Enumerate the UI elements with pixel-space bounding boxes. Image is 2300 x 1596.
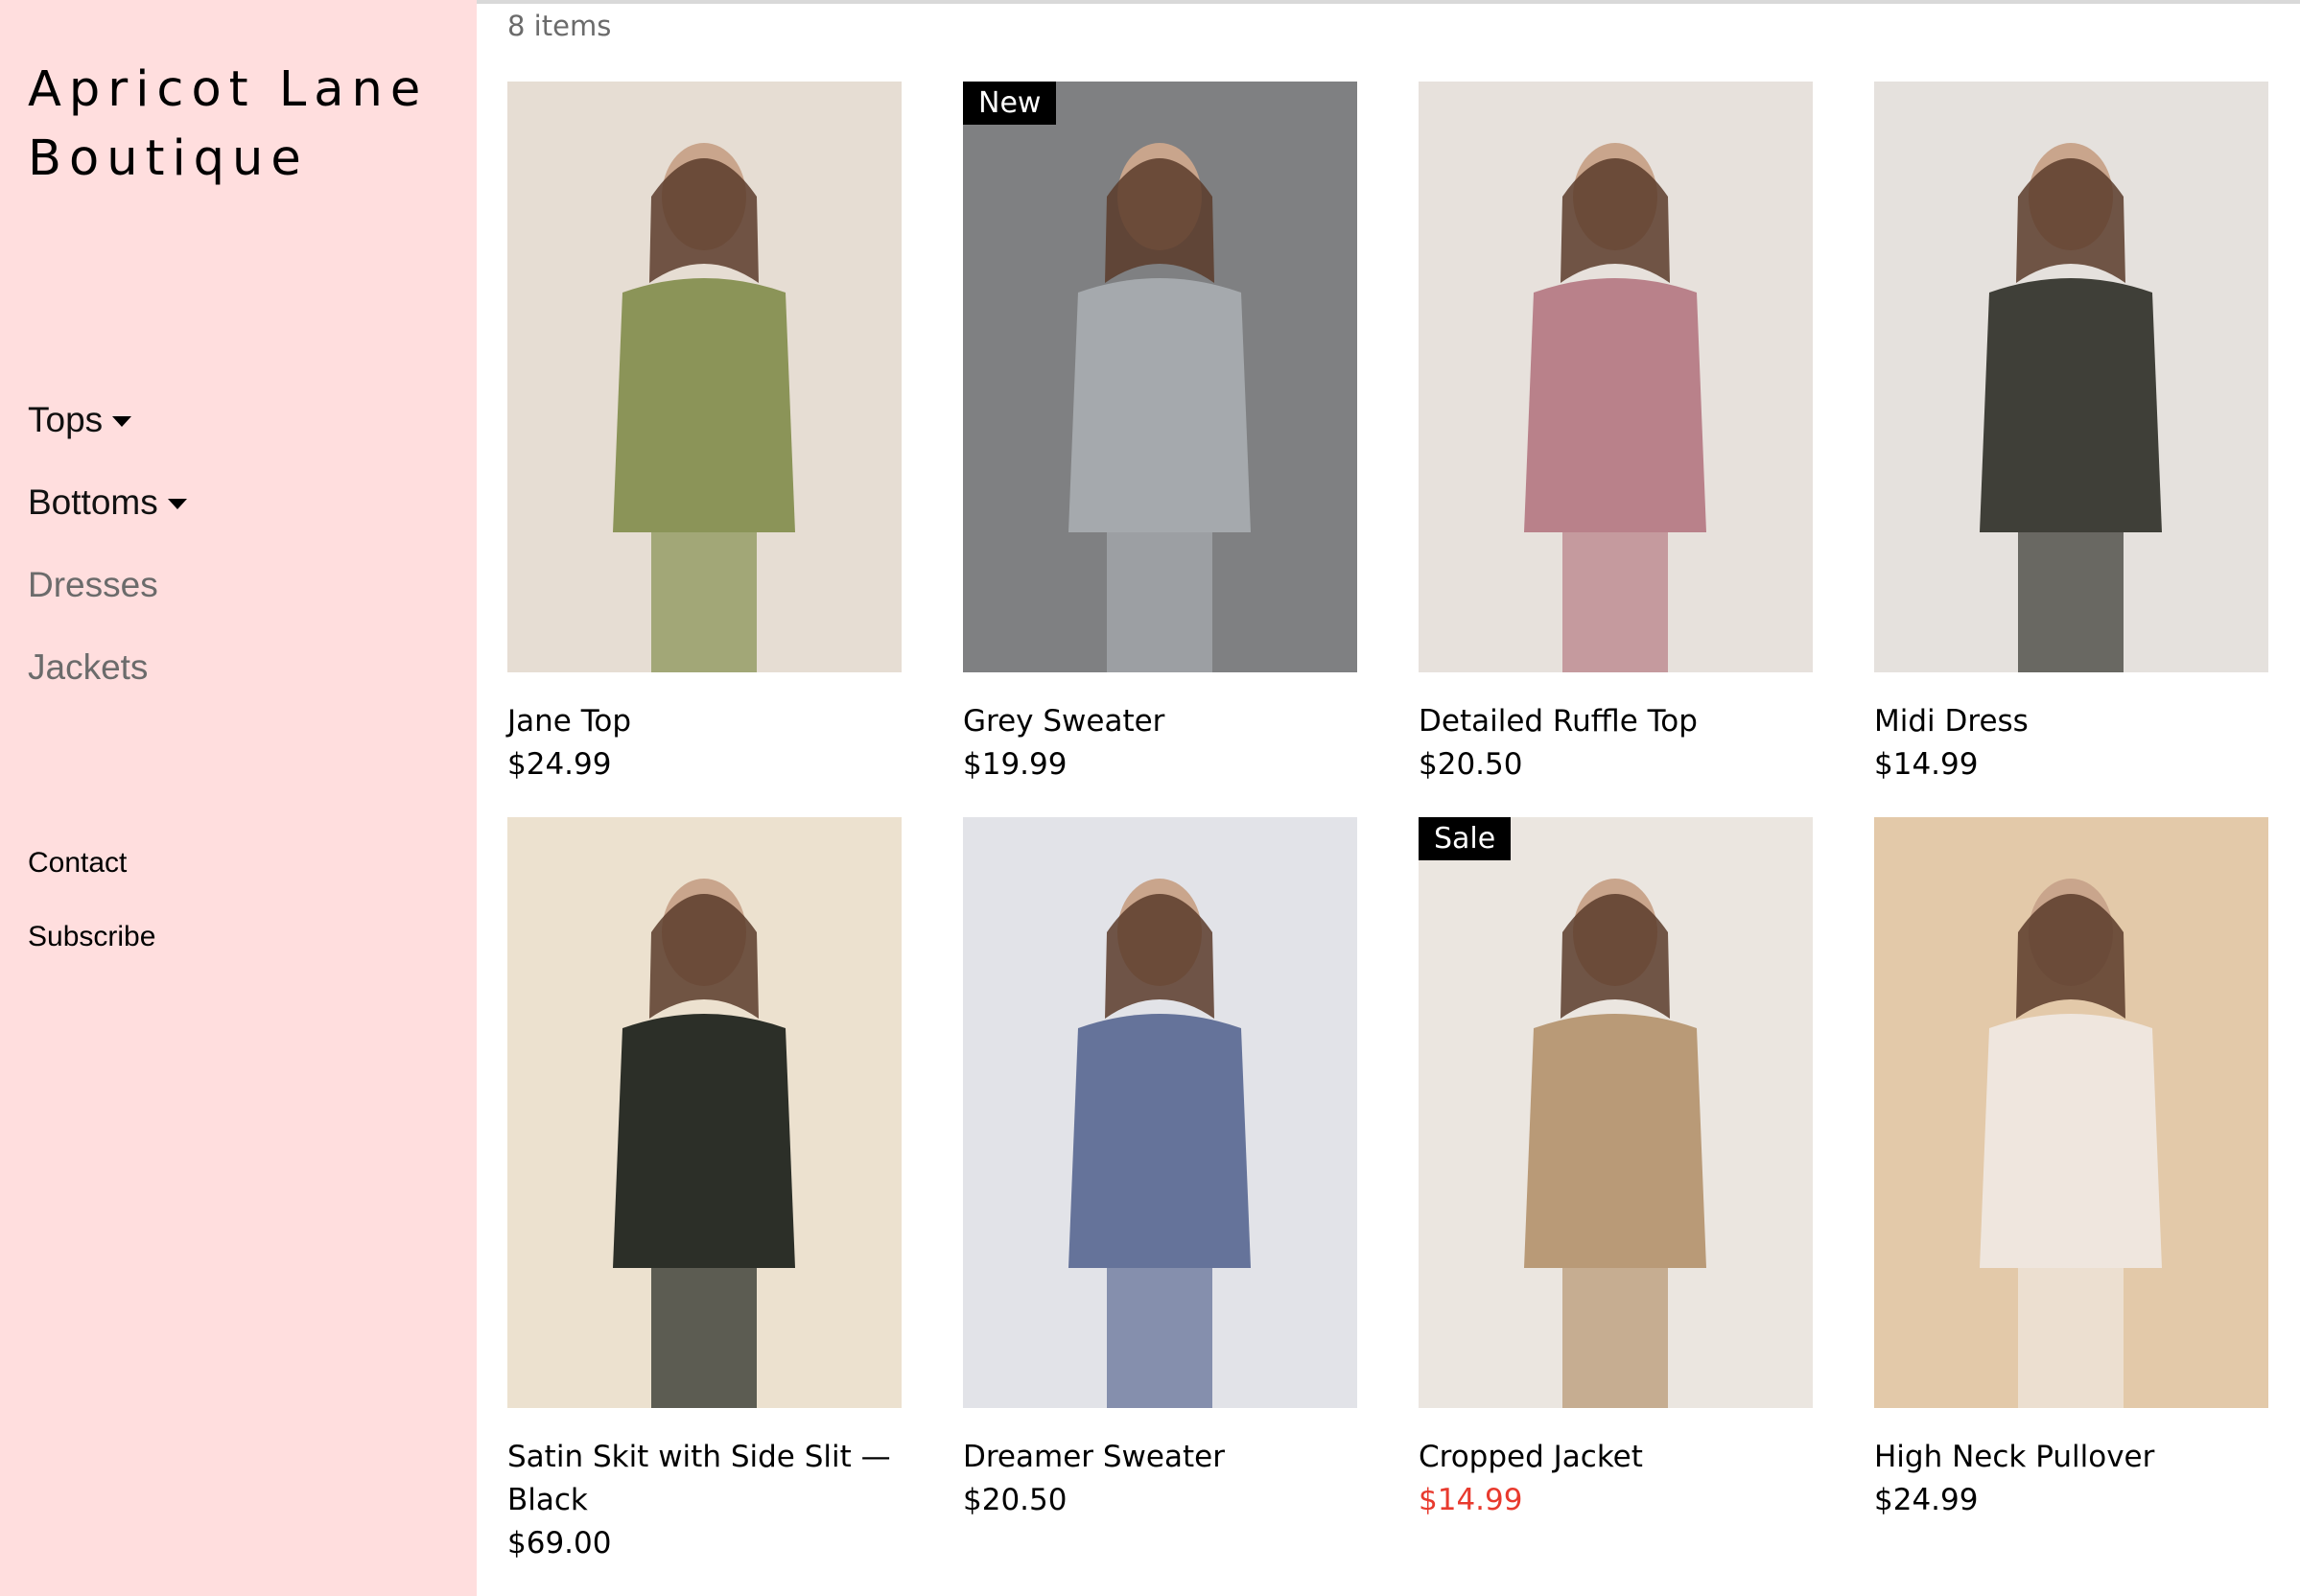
product-image[interactable]: New <box>963 82 1357 672</box>
footer-links: Contact Subscribe <box>28 826 155 974</box>
product-price: $14.99 <box>1874 747 1979 782</box>
nav-item-jackets[interactable]: Jackets <box>28 626 187 709</box>
nav-item-label: Dresses <box>28 565 158 604</box>
product-card[interactable]: Sale Cropped Jacket $14.99 <box>1419 817 1813 1522</box>
product-title[interactable]: Midi Dress <box>1874 700 2268 743</box>
brand-line-1: Apricot Lane <box>28 61 429 118</box>
new-badge: New <box>963 82 1057 125</box>
nav-item-dresses[interactable]: Dresses <box>28 544 187 626</box>
brand-logo[interactable]: Apricot Lane Boutique <box>28 56 428 194</box>
product-price: $14.99 <box>1419 1483 1523 1517</box>
product-image[interactable]: Sale <box>1419 817 1813 1408</box>
product-price: $24.99 <box>507 747 612 782</box>
model-photo <box>1524 879 1706 1408</box>
product-card[interactable]: Midi Dress $14.99 <box>1874 82 2268 786</box>
product-price: $24.99 <box>1874 1483 1979 1517</box>
product-title[interactable]: Cropped Jacket <box>1419 1436 1813 1479</box>
model-photo <box>613 879 795 1408</box>
sale-badge: Sale <box>1419 817 1512 860</box>
model-photo <box>1980 879 2162 1408</box>
product-title[interactable]: Detailed Ruffle Top <box>1419 700 1813 743</box>
nav-item-bottoms[interactable]: Bottoms <box>28 461 187 544</box>
product-image[interactable] <box>1874 82 2268 672</box>
product-title[interactable]: Satin Skit with Side Slit — Black <box>507 1436 902 1522</box>
product-title[interactable]: Jane Top <box>507 700 902 743</box>
product-image[interactable] <box>507 82 902 672</box>
product-title[interactable]: Dreamer Sweater <box>963 1436 1357 1479</box>
product-price: $20.50 <box>963 1483 1068 1517</box>
nav-item-label: Bottoms <box>28 482 158 522</box>
product-card[interactable]: New Grey Sweater $19.99 <box>963 82 1357 786</box>
product-card[interactable]: Satin Skit with Side Slit — Black $69.00 <box>507 817 902 1565</box>
product-card[interactable]: Detailed Ruffle Top $20.50 <box>1419 82 1813 786</box>
product-price: $20.50 <box>1419 747 1523 782</box>
model-photo <box>1068 879 1251 1408</box>
subscribe-link[interactable]: Subscribe <box>28 900 155 974</box>
model-photo <box>613 143 795 672</box>
sidebar: Apricot Lane Boutique Tops Bottoms Dress… <box>0 0 477 1596</box>
product-card[interactable]: Dreamer Sweater $20.50 <box>963 817 1357 1522</box>
product-image[interactable] <box>507 817 902 1408</box>
caret-down-icon <box>167 498 187 509</box>
contact-link[interactable]: Contact <box>28 826 155 900</box>
product-price: $69.00 <box>507 1526 612 1561</box>
model-photo <box>1524 143 1706 672</box>
model-photo <box>1980 143 2162 672</box>
product-image[interactable] <box>1874 817 2268 1408</box>
product-title[interactable]: Grey Sweater <box>963 700 1357 743</box>
category-nav: Tops Bottoms Dresses Jackets <box>28 379 187 709</box>
product-image[interactable] <box>963 817 1357 1408</box>
product-card[interactable]: High Neck Pullover $24.99 <box>1874 817 2268 1522</box>
product-card[interactable]: Jane Top $24.99 <box>507 82 902 786</box>
nav-item-label: Jackets <box>28 647 149 687</box>
top-divider <box>477 0 2300 4</box>
caret-down-icon <box>112 415 132 427</box>
brand-line-2: Boutique <box>28 130 309 187</box>
nav-item-tops[interactable]: Tops <box>28 379 187 461</box>
product-price: $19.99 <box>963 747 1068 782</box>
product-image[interactable] <box>1419 82 1813 672</box>
model-photo <box>1068 143 1251 672</box>
product-title[interactable]: High Neck Pullover <box>1874 1436 2268 1479</box>
item-count: 8 items <box>507 10 612 42</box>
nav-item-label: Tops <box>28 400 104 439</box>
